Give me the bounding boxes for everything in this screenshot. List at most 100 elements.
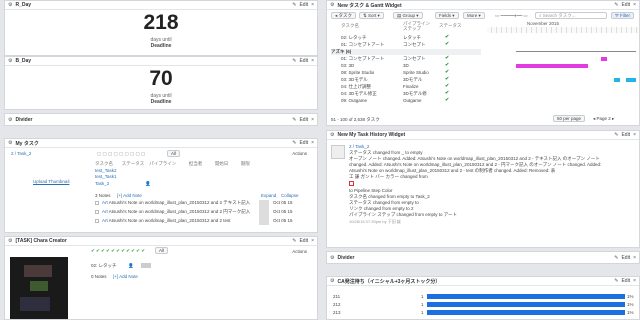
edit-button[interactable]: Edit (299, 58, 308, 64)
task-row[interactable]: 02: レタッチ (91, 263, 117, 269)
add-note-link[interactable]: [+] Add Note (113, 274, 138, 279)
percent-bar (427, 294, 625, 299)
close-icon[interactable]: × (311, 2, 314, 8)
breadcrumb[interactable]: 2 / Task_2 (349, 144, 369, 149)
actions-menu[interactable]: Actions (292, 249, 307, 254)
note-checkbox[interactable] (95, 210, 99, 214)
back-button[interactable]: ◂ タスク (331, 12, 357, 19)
edit-button[interactable]: Edit (621, 132, 630, 138)
task-row[interactable]: test_Task1 (95, 174, 117, 179)
task-row[interactable]: test_Task2 (95, 168, 117, 173)
filter-all-button[interactable]: All (155, 247, 169, 254)
group-button[interactable]: ▤ Group ▾ (393, 12, 423, 19)
edit-icon[interactable]: ✎ (614, 2, 618, 8)
settings-icon[interactable]: ⚙ (8, 58, 12, 64)
edit-icon[interactable]: ✎ (292, 2, 296, 8)
task-row[interactable]: 09: Outgame (341, 98, 367, 103)
close-icon[interactable]: × (633, 278, 636, 284)
note-checkbox[interactable] (95, 201, 99, 205)
close-icon[interactable]: × (311, 238, 314, 244)
col-status: ステータス (121, 161, 145, 166)
filter-all-button[interactable]: All (167, 150, 181, 157)
task-row[interactable]: 01: コンセプトアート (341, 42, 384, 48)
close-icon[interactable]: × (311, 117, 314, 123)
page-nav[interactable]: ◂ Page 2 ▸ (593, 116, 614, 122)
more-button[interactable]: More ▾ (463, 12, 485, 19)
edit-icon[interactable]: ✎ (614, 132, 618, 138)
task-row[interactable]: 03: 3Dモデル (341, 77, 368, 83)
edit-button[interactable]: Edit (299, 2, 308, 8)
col-pipeline-step: パイプライン ステップ (403, 21, 430, 31)
breadcrumb[interactable]: 2 / Task_2 (11, 151, 31, 156)
settings-icon[interactable]: ⚙ (330, 255, 334, 261)
close-icon[interactable]: × (311, 58, 314, 64)
settings-icon[interactable]: ⚙ (330, 278, 334, 284)
edit-icon[interactable]: ✎ (292, 140, 296, 146)
per-page-select[interactable]: 50 per page (553, 115, 586, 122)
task-row[interactable]: 01: コンセプトアート (341, 56, 384, 62)
step-cell: 3Dモデル (403, 77, 423, 82)
gantt-bar[interactable] (516, 51, 636, 52)
gantt-bar[interactable] (626, 78, 636, 82)
upload-thumbnail-link[interactable]: Upload Thumbnail (33, 179, 69, 184)
note-row[interactable]: Art Atsushi's Note on worldmap_illust_pl… (102, 200, 250, 206)
gantt-bar[interactable] (601, 57, 607, 61)
actions-menu[interactable]: Actions (292, 151, 307, 156)
status-check-icon: ✔ (445, 97, 450, 103)
zoom-slider[interactable]: ▭ ━━━━━●━━ ▭ (495, 13, 528, 19)
close-icon[interactable]: × (633, 132, 636, 138)
widget-title: B_Day (15, 58, 32, 64)
add-note-link[interactable]: [+] Add Note (117, 193, 142, 198)
task-row[interactable]: Task_2 (95, 181, 109, 186)
settings-icon[interactable]: ⚙ (8, 117, 12, 123)
settings-icon[interactable]: ⚙ (8, 238, 12, 244)
task-row[interactable]: 03: 3D (341, 63, 354, 68)
group-row[interactable]: アズキ (6) (331, 49, 481, 55)
task-row[interactable]: 02: レタッチ (341, 35, 367, 41)
sort-button[interactable]: ⇅ Sort ▾ (359, 12, 384, 19)
close-icon[interactable]: × (311, 140, 314, 146)
edit-button[interactable]: Edit (621, 255, 630, 261)
settings-icon[interactable]: ⚙ (330, 2, 334, 8)
history-line: to Pipeline Step Color (349, 188, 393, 193)
gantt-bar[interactable] (516, 64, 588, 68)
edit-icon[interactable]: ✎ (614, 278, 618, 284)
row-label: 212 (333, 302, 341, 307)
close-icon[interactable]: × (633, 255, 636, 261)
task-row[interactable]: 08: Sprite Studio (341, 70, 374, 75)
task-row[interactable]: 04: 3Dモデル修正 (341, 91, 377, 97)
note-row[interactable]: Art Atsushi's Note on worldmap_illust_pl… (102, 209, 250, 215)
expand-link[interactable]: Expand (261, 193, 276, 198)
settings-icon[interactable]: ⚙ (8, 2, 12, 8)
edit-button[interactable]: Edit (299, 238, 308, 244)
col-status: ステータス (439, 23, 462, 28)
edit-icon[interactable]: ✎ (614, 255, 618, 261)
widget-title: CA発注待ち（イニシャル+3ヶ月ストック分） (337, 278, 441, 285)
status-swatch (141, 263, 151, 268)
edit-icon[interactable]: ✎ (292, 238, 296, 244)
note-checkbox[interactable] (95, 219, 99, 223)
settings-icon[interactable]: ⚙ (330, 132, 334, 138)
edit-icon[interactable]: ✎ (292, 58, 296, 64)
step-cell: 3D (403, 63, 409, 68)
fields-button[interactable]: Fields ▾ (435, 12, 459, 19)
note-row[interactable]: Art Atsushi's Note on worldmap_illust_pl… (102, 218, 230, 223)
r-day-widget: ⚙ R_Day ✎ Edit × 218 days until Deadline (4, 0, 318, 56)
assignee-icon: 👤 (128, 263, 134, 268)
edit-button[interactable]: Edit (299, 140, 308, 146)
row-label: 213 (333, 310, 341, 315)
step-cell: 3Dモデル修 (403, 91, 427, 96)
edit-button[interactable]: Edit (299, 117, 308, 123)
search-input[interactable]: ⌕ Search タスク... (535, 12, 607, 19)
close-icon[interactable]: × (633, 2, 636, 8)
thumbnail-placeholder (331, 145, 345, 159)
settings-icon[interactable]: ⚙ (8, 140, 12, 146)
edit-icon[interactable]: ✎ (292, 117, 296, 123)
edit-button[interactable]: Edit (621, 278, 630, 284)
fields-label: Fields (439, 13, 452, 18)
filter-button[interactable]: ⛛ Filter (611, 12, 635, 19)
gantt-bar[interactable] (614, 78, 620, 82)
task-row[interactable]: 04: 仕上げ調整 (341, 84, 371, 90)
edit-button[interactable]: Edit (621, 2, 630, 8)
collapse-link[interactable]: Collapse (281, 193, 299, 198)
